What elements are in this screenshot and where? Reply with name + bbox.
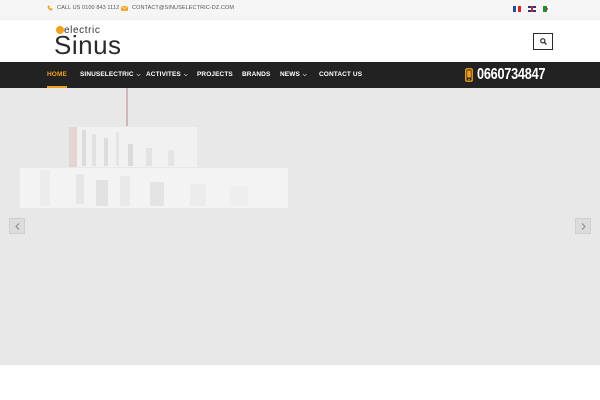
slider-prev-button[interactable]: [9, 218, 25, 234]
nav-item-brands[interactable]: BRANDS: [242, 62, 270, 88]
slider-next-button[interactable]: [575, 218, 591, 234]
search-icon: [539, 38, 547, 45]
flag-english[interactable]: [528, 6, 536, 12]
chevron-down-icon: ⌵: [136, 72, 141, 78]
main-navigation: HOME SINUSELECTRIC ⌵ ACTIVITES ⌵ PROJECTS …: [0, 62, 600, 88]
site-header: electric Sinus: [0, 20, 600, 62]
nav-item-projects[interactable]: PROJECTS: [197, 62, 233, 88]
flag-arabic[interactable]: [543, 6, 551, 12]
nav-item-news[interactable]: NEWS ⌵: [280, 62, 307, 88]
search-button[interactable]: [533, 33, 553, 50]
nav-item-sinuselectric[interactable]: SINUSELECTRIC ⌵: [80, 62, 141, 88]
chevron-right-icon: [581, 222, 586, 230]
top-bar: CALL US 0100 843 1112 CONTACT@SINUSELECT…: [0, 0, 600, 20]
email-contact[interactable]: CONTACT@SINUSELECTRIC-DZ.COM: [121, 5, 234, 11]
phone-number: 0660734847: [477, 66, 546, 83]
language-switcher: [513, 6, 551, 12]
nav-item-home[interactable]: HOME: [47, 62, 67, 88]
mobile-phone-icon: [465, 68, 473, 82]
chevron-left-icon: [14, 222, 19, 230]
hero-slider: [0, 88, 600, 365]
nav-item-activites[interactable]: ACTIVITES ⌵: [146, 62, 188, 88]
envelope-icon: [121, 5, 128, 11]
chevron-down-icon: ⌵: [183, 72, 188, 78]
header-phone[interactable]: 0660734847: [465, 66, 560, 84]
nav-item-contact-us[interactable]: CONTACT US: [319, 62, 362, 88]
site-logo[interactable]: electric Sinus: [54, 24, 136, 60]
logo-big-text: Sinus: [54, 30, 122, 60]
email-text: CONTACT@SINUSELECTRIC-DZ.COM: [132, 5, 235, 11]
page-content-area: [0, 365, 600, 400]
phone-icon: [47, 5, 53, 11]
chevron-down-icon: ⌵: [302, 72, 307, 78]
call-us-text: CALL US 0100 843 1112: [57, 5, 120, 11]
flag-french[interactable]: [513, 6, 521, 12]
faded-slide-graphic: [20, 88, 288, 208]
slide-image: [0, 88, 600, 365]
call-us-contact: CALL US 0100 843 1112: [47, 5, 119, 11]
